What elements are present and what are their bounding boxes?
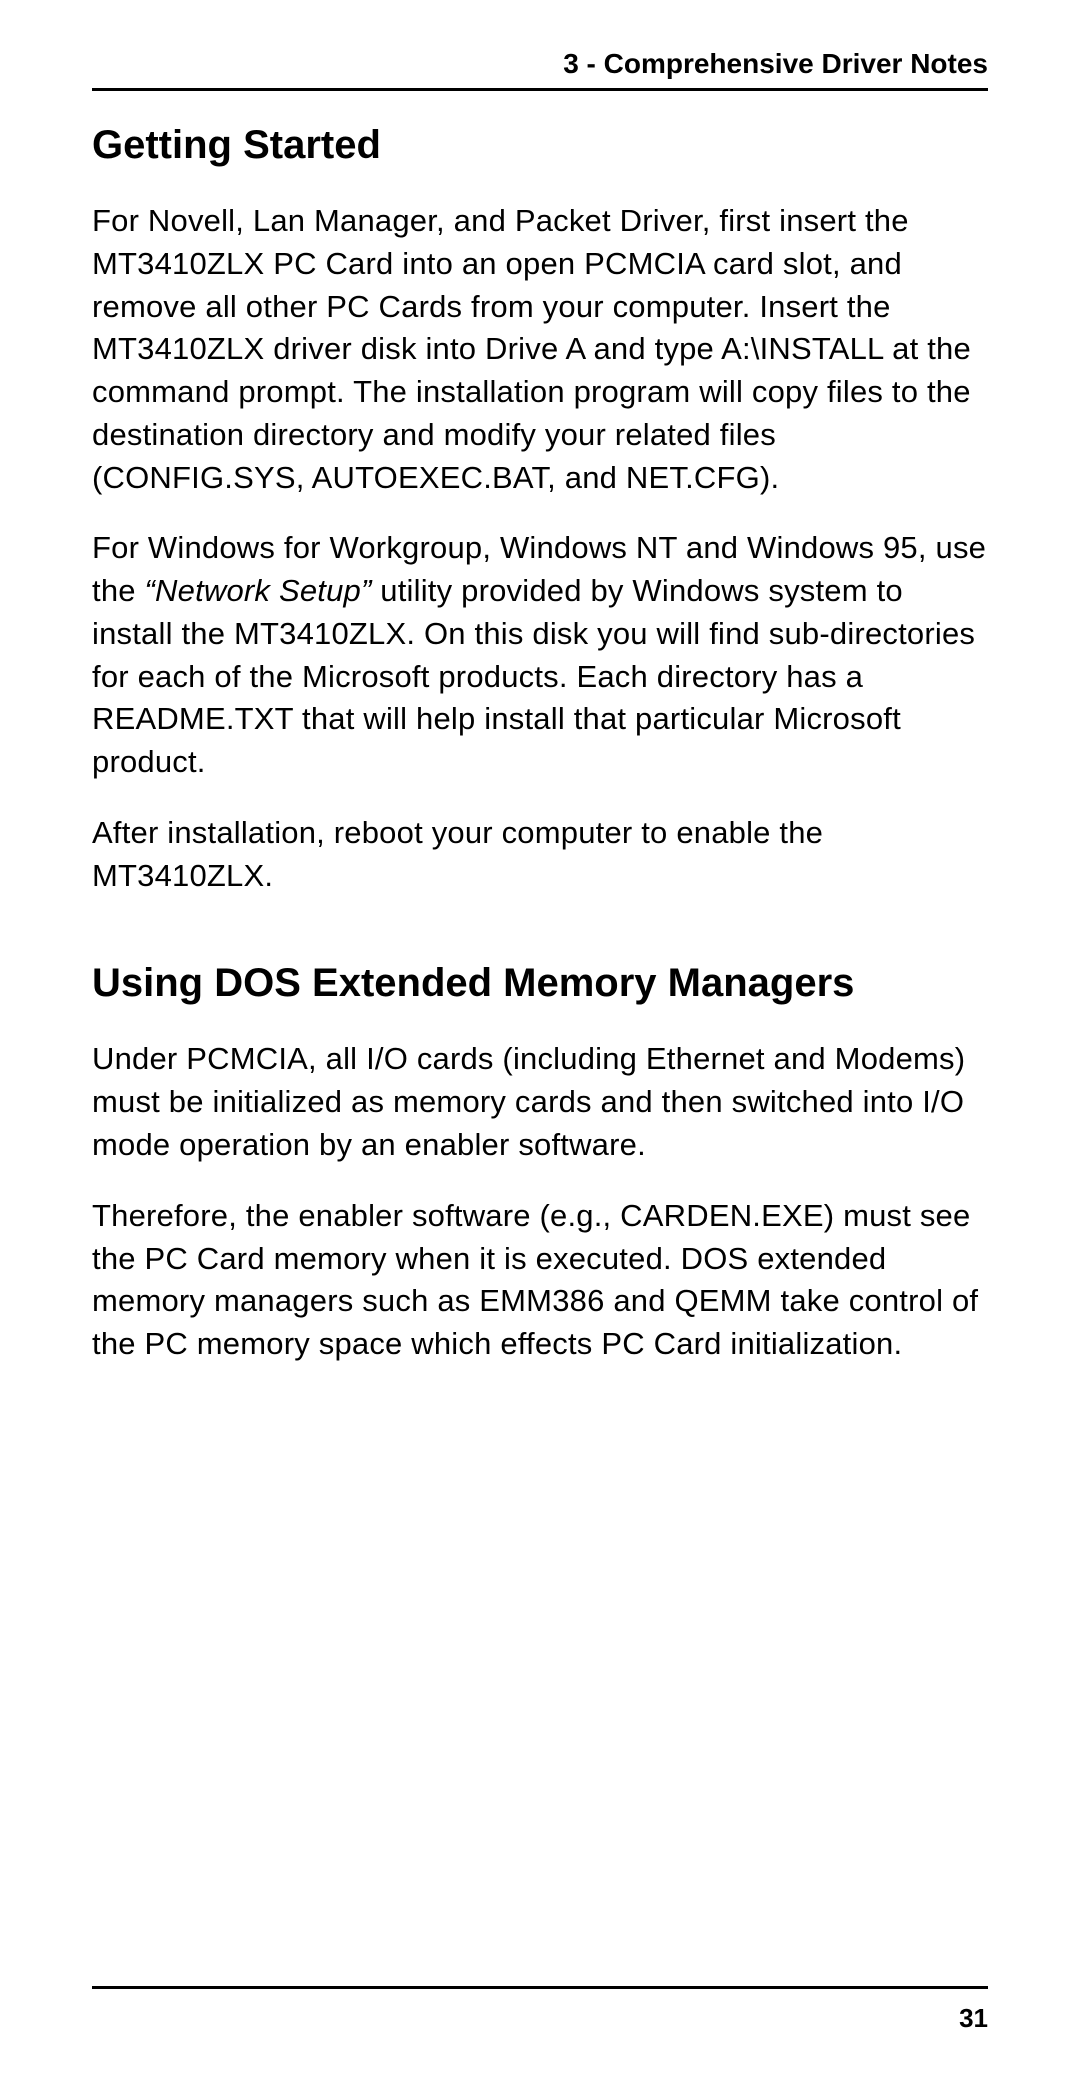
para2-italic: “Network Setup” (145, 573, 372, 608)
paragraph-4: Under PCMCIA, all I/O cards (including E… (92, 1038, 988, 1166)
section-heading-getting-started: Getting Started (92, 123, 988, 168)
paragraph-2: For Windows for Workgroup, Windows NT an… (92, 527, 988, 784)
page-footer: 31 (92, 1986, 988, 2034)
paragraph-3: After installation, reboot your computer… (92, 812, 988, 898)
chapter-label: 3 - Comprehensive Driver Notes (563, 48, 988, 79)
section-heading-dos-memory: Using DOS Extended Memory Managers (92, 961, 988, 1006)
paragraph-1: For Novell, Lan Manager, and Packet Driv… (92, 200, 988, 499)
paragraph-5: Therefore, the enabler software (e.g., C… (92, 1195, 988, 1366)
page-number: 31 (959, 2003, 988, 2033)
page-header: 3 - Comprehensive Driver Notes (92, 48, 988, 91)
